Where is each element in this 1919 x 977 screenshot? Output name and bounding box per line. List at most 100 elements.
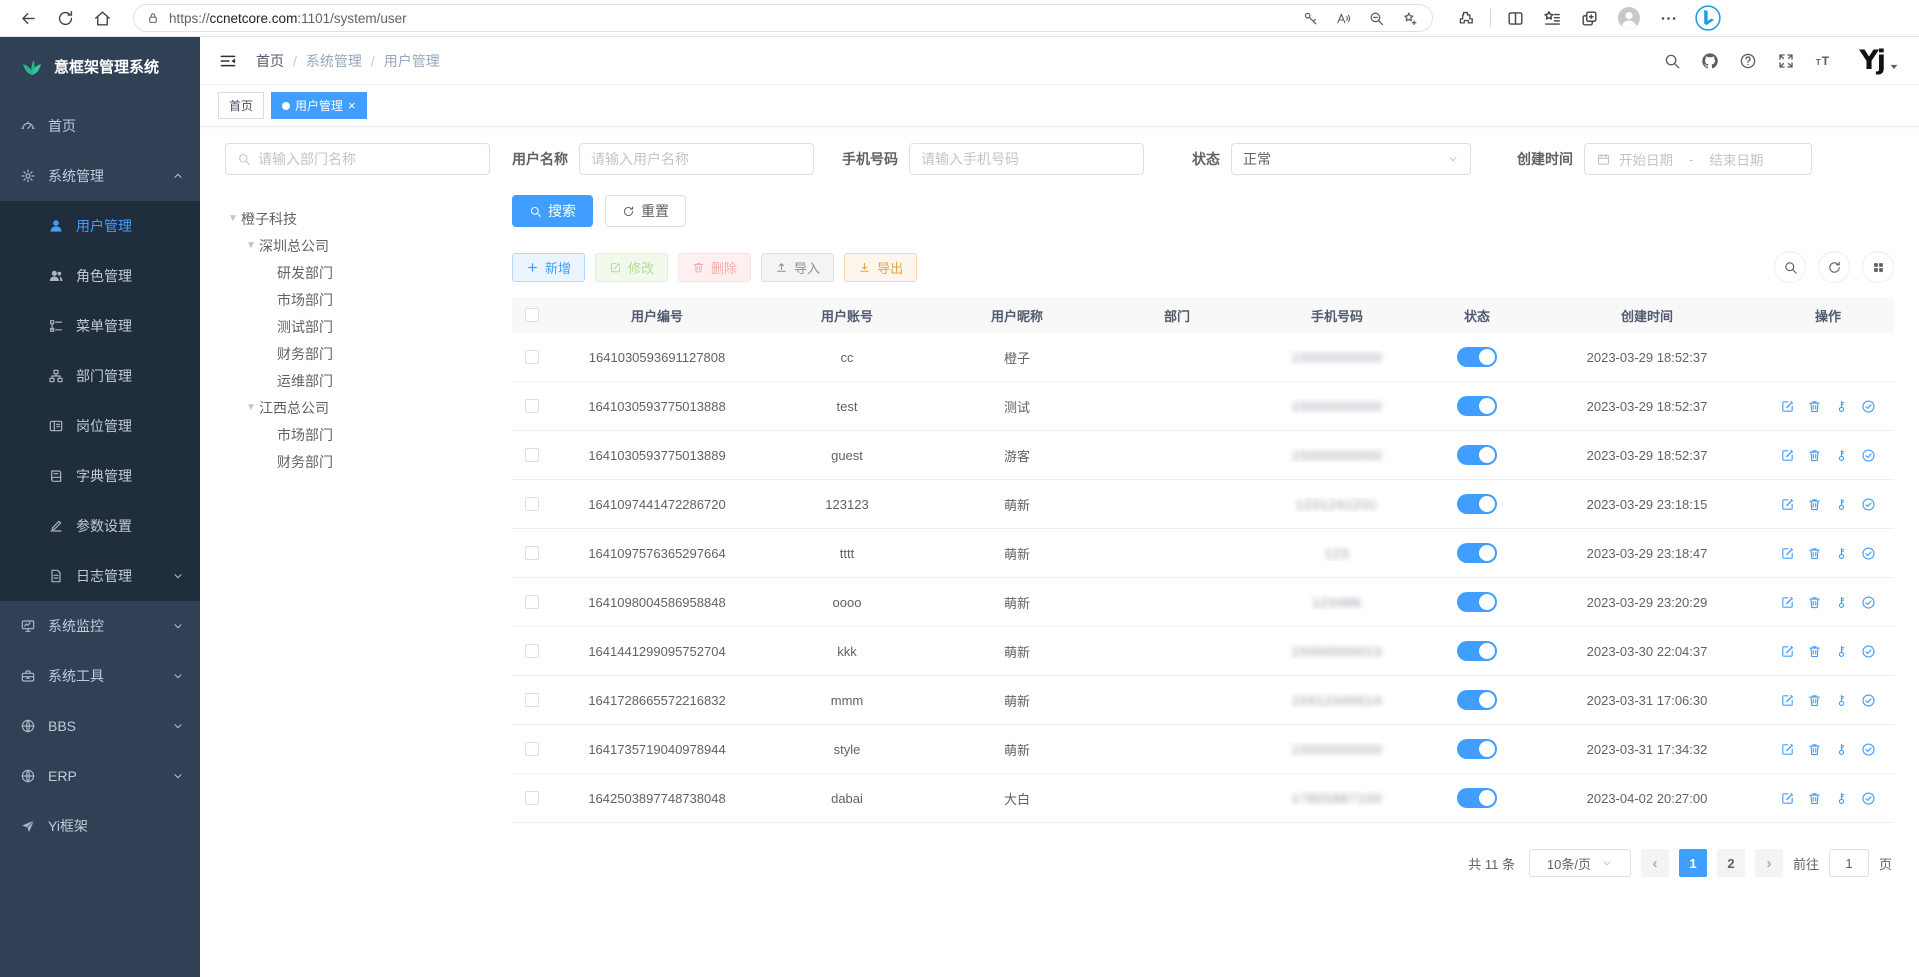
read-aloud-icon[interactable]	[1335, 10, 1352, 27]
delete-icon[interactable]	[1807, 595, 1822, 610]
sidebar-item-bbs[interactable]: BBS	[0, 701, 200, 751]
table-search-button[interactable]	[1774, 251, 1806, 283]
help-icon[interactable]	[1739, 52, 1757, 70]
delete-icon[interactable]	[1807, 644, 1822, 659]
dept-search-input[interactable]	[225, 143, 490, 175]
tree-node[interactable]: 财务部门	[225, 340, 490, 367]
goto-page-input[interactable]	[1829, 849, 1869, 877]
sidebar-item-log-management[interactable]: 日志管理	[0, 551, 200, 601]
status-toggle[interactable]	[1457, 641, 1497, 661]
phone-input[interactable]	[909, 143, 1144, 175]
tree-node[interactable]: 市场部门	[225, 421, 490, 448]
row-checkbox[interactable]	[525, 644, 539, 658]
refresh-icon[interactable]	[56, 9, 75, 28]
user-avatar[interactable]: Yj	[1859, 47, 1899, 74]
status-toggle[interactable]	[1457, 739, 1497, 759]
more-icon[interactable]	[1659, 9, 1678, 28]
tree-node[interactable]: ▼深圳总公司	[225, 232, 490, 259]
reset-password-icon[interactable]	[1834, 693, 1849, 708]
date-range-picker[interactable]: 开始日期 - 结束日期	[1584, 143, 1812, 175]
prev-page-button[interactable]: ‹	[1641, 849, 1669, 877]
page-size-select[interactable]: 10条/页	[1529, 849, 1631, 877]
tree-node[interactable]: ▼江西总公司	[225, 394, 490, 421]
edit-icon[interactable]	[1780, 693, 1795, 708]
reset-password-icon[interactable]	[1834, 742, 1849, 757]
status-toggle[interactable]	[1457, 592, 1497, 612]
status-toggle[interactable]	[1457, 347, 1497, 367]
status-toggle[interactable]	[1457, 445, 1497, 465]
status-toggle[interactable]	[1457, 788, 1497, 808]
next-page-button[interactable]: ›	[1755, 849, 1783, 877]
assign-role-icon[interactable]	[1861, 644, 1876, 659]
reset-password-icon[interactable]	[1834, 791, 1849, 806]
reset-password-icon[interactable]	[1834, 644, 1849, 659]
back-icon[interactable]	[19, 9, 38, 28]
password-key-icon[interactable]	[1302, 10, 1319, 27]
assign-role-icon[interactable]	[1861, 742, 1876, 757]
edit-icon[interactable]	[1780, 595, 1795, 610]
delete-icon[interactable]	[1807, 546, 1822, 561]
sidebar-item-post-management[interactable]: 岗位管理	[0, 401, 200, 451]
assign-role-icon[interactable]	[1861, 399, 1876, 414]
zoom-out-icon[interactable]	[1368, 10, 1385, 27]
github-icon[interactable]	[1701, 52, 1719, 70]
status-toggle[interactable]	[1457, 494, 1497, 514]
tab-首页[interactable]: 首页	[218, 92, 264, 119]
delete-icon[interactable]	[1807, 693, 1822, 708]
edit-icon[interactable]	[1780, 644, 1795, 659]
row-checkbox[interactable]	[525, 399, 539, 413]
delete-button[interactable]: 删除	[678, 253, 751, 282]
sidebar-item-role-management[interactable]: 角色管理	[0, 251, 200, 301]
row-checkbox[interactable]	[525, 546, 539, 560]
tree-node[interactable]: 研发部门	[225, 259, 490, 286]
assign-role-icon[interactable]	[1861, 497, 1876, 512]
row-checkbox[interactable]	[525, 350, 539, 364]
edit-icon[interactable]	[1780, 546, 1795, 561]
status-toggle[interactable]	[1457, 690, 1497, 710]
row-checkbox[interactable]	[525, 595, 539, 609]
breadcrumb-item[interactable]: 首页	[256, 51, 284, 71]
home-icon[interactable]	[93, 9, 112, 28]
export-button[interactable]: 导出	[844, 253, 917, 282]
collections-icon[interactable]	[1543, 9, 1562, 28]
phone-field[interactable]	[921, 151, 1132, 167]
sidebar-item-dept-management[interactable]: 部门管理	[0, 351, 200, 401]
reset-password-icon[interactable]	[1834, 595, 1849, 610]
tree-node[interactable]: 测试部门	[225, 313, 490, 340]
address-bar[interactable]: https://ccnetcore.com:1101/system/user	[133, 4, 1433, 32]
status-toggle[interactable]	[1457, 396, 1497, 416]
assign-role-icon[interactable]	[1861, 448, 1876, 463]
table-refresh-button[interactable]	[1818, 251, 1850, 283]
extensions-icon[interactable]	[1456, 9, 1475, 28]
status-toggle[interactable]	[1457, 543, 1497, 563]
sidebar-item-system-tools[interactable]: 系统工具	[0, 651, 200, 701]
search-button[interactable]: 搜索	[512, 195, 593, 227]
collapse-sidebar-icon[interactable]	[218, 51, 238, 71]
sidebar-item-user-management[interactable]: 用户管理	[0, 201, 200, 251]
row-checkbox[interactable]	[525, 448, 539, 462]
row-checkbox[interactable]	[525, 497, 539, 511]
delete-icon[interactable]	[1807, 399, 1822, 414]
sidebar-item-system-monitor[interactable]: 系统监控	[0, 601, 200, 651]
fullscreen-icon[interactable]	[1777, 52, 1795, 70]
select-all-checkbox[interactable]	[525, 308, 539, 322]
edit-icon[interactable]	[1780, 448, 1795, 463]
page-number-2[interactable]: 2	[1717, 849, 1745, 877]
reset-button[interactable]: 重置	[605, 195, 686, 227]
edit-icon[interactable]	[1780, 497, 1795, 512]
assign-role-icon[interactable]	[1861, 791, 1876, 806]
tree-node[interactable]: ▼橙子科技	[225, 205, 490, 232]
sidebar-item-dict-management[interactable]: 字典管理	[0, 451, 200, 501]
username-input[interactable]	[579, 143, 814, 175]
tree-node[interactable]: 财务部门	[225, 448, 490, 475]
assign-role-icon[interactable]	[1861, 693, 1876, 708]
sidebar-item-erp[interactable]: ERP	[0, 751, 200, 801]
tree-node[interactable]: 运维部门	[225, 367, 490, 394]
bing-icon[interactable]	[1695, 5, 1721, 31]
row-checkbox[interactable]	[525, 791, 539, 805]
font-size-icon[interactable]: TT	[1815, 52, 1833, 70]
tab-用户管理[interactable]: 用户管理×	[271, 92, 367, 119]
sidebar-item-system-management[interactable]: 系统管理	[0, 151, 200, 201]
delete-icon[interactable]	[1807, 742, 1822, 757]
edit-icon[interactable]	[1780, 399, 1795, 414]
